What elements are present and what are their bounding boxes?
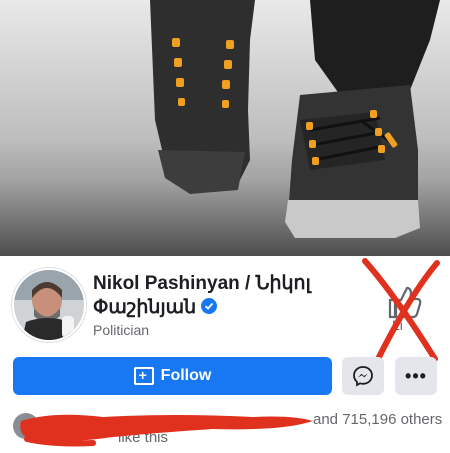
messenger-icon [353, 366, 373, 387]
cover-photo [0, 0, 450, 256]
red-cross-mark [362, 258, 440, 364]
page-category[interactable]: Politician [93, 322, 149, 338]
avatar[interactable] [12, 268, 86, 342]
more-button[interactable]: ••• [395, 357, 437, 395]
page-name: Nikol Pashinyan / Նիկոլ Փաշինյան [93, 273, 311, 318]
follow-icon: + [133, 367, 154, 385]
more-icon: ••• [405, 366, 427, 386]
redaction-scribble [20, 414, 313, 447]
follow-button[interactable]: + Follow [13, 357, 332, 395]
page-title[interactable]: Nikol Pashinyan / Նիկոլ Փաշինյան [93, 272, 343, 320]
likes-count-text[interactable]: and 715,196 others [313, 411, 442, 428]
verified-badge-icon [201, 298, 218, 314]
follow-label: Follow [160, 367, 212, 384]
messenger-button[interactable] [342, 357, 384, 395]
